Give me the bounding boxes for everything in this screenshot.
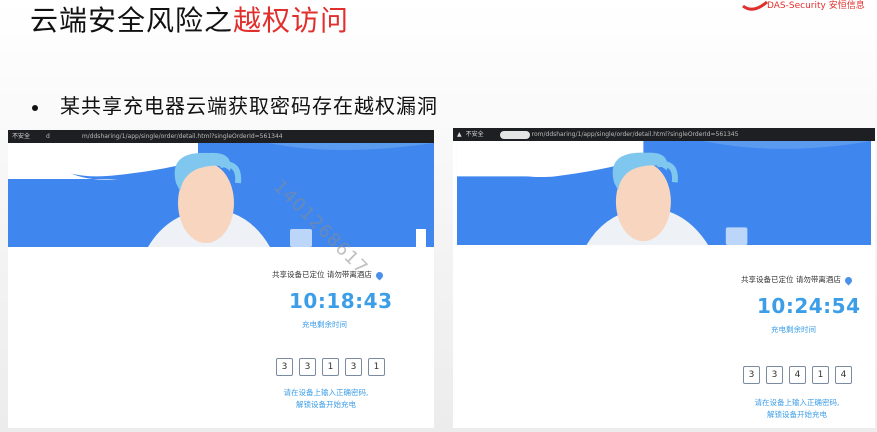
password-digit: 4 [789, 366, 806, 384]
browser-url-bar[interactable]: ▲ 不安全 rom/ddsharing/1/app/single/order/det… [453, 128, 875, 141]
screenshot-left: 不安全 d m/ddsharing/1/app/single/order/detai… [8, 130, 434, 428]
slide-title-highlight: 越权访问 [233, 4, 350, 37]
instruction-text: 请在设备上输入正确密码, 解锁设备开始充电 [270, 387, 382, 411]
password-digit: 1 [812, 366, 829, 384]
password-digits: 3 3 1 3 1 [276, 358, 385, 376]
location-pin-icon [843, 275, 854, 285]
password-digit: 1 [322, 358, 339, 376]
charge-timer: 10:18:43 [289, 289, 393, 313]
charge-timer: 10:24:54 [757, 294, 861, 318]
screenshot-right: ▲ 不安全 rom/ddsharing/1/app/single/order/det… [453, 128, 875, 428]
password-digit: 1 [368, 358, 385, 376]
warning-icon: ▲ [457, 131, 462, 138]
das-security-logo: DAS-Security 安恒信息 [741, 0, 871, 18]
not-secure-label: 不安全 [12, 133, 31, 140]
password-digit: 3 [299, 358, 316, 376]
instruction-line-1: 请在设备上输入正确密码, [754, 398, 840, 407]
instruction-line-1: 请在设备上输入正确密码, [283, 388, 369, 397]
instruction-text: 请在设备上输入正确密码, 解锁设备开始充电 [741, 397, 853, 421]
hero-banner-image [8, 143, 434, 247]
location-status: 共享设备已定位 请勿带离酒店 [272, 269, 385, 280]
slide-title: 云端安全风险之越权访问 [30, 2, 349, 40]
logo-text: DAS-Security 安恒信息 [767, 1, 865, 11]
timer-label: 充电剩余时间 [302, 320, 347, 329]
url-fragment: d [46, 133, 50, 140]
url-redacted [499, 130, 530, 139]
location-text: 共享设备已定位 请勿带离酒店 [741, 275, 841, 284]
bullet-point: 某共享充电器云端获取密码存在越权漏洞 [32, 90, 438, 119]
password-digit: 4 [835, 366, 852, 384]
not-secure-label: 不安全 [465, 131, 484, 138]
password-digit: 3 [345, 358, 362, 376]
password-digits: 3 3 4 1 4 [743, 366, 852, 384]
url-text: rom/ddsharing/1/app/single/order/detail.… [531, 131, 739, 138]
location-pin-icon [374, 270, 385, 280]
bullet-dot-icon [32, 104, 38, 111]
order-detail-panel: 共享设备已定位 请勿带离酒店 10:18:43 充电剩余时间 3 3 1 3 1… [8, 247, 434, 428]
slide-title-prefix: 云端安全风险之 [30, 4, 234, 37]
instruction-line-2: 解锁设备开始充电 [767, 410, 827, 419]
location-status: 共享设备已定位 请勿带离酒店 [741, 274, 854, 285]
order-detail-panel: 共享设备已定位 请勿带离酒店 10:24:54 充电剩余时间 3 3 4 1 4… [453, 247, 875, 428]
password-digit: 3 [276, 358, 293, 376]
hero-banner-image [456, 141, 872, 245]
timer-label: 充电剩余时间 [771, 325, 816, 334]
bullet-text: 某共享充电器云端获取密码存在越权漏洞 [60, 94, 438, 118]
password-digit: 3 [743, 366, 760, 384]
browser-url-bar[interactable]: 不安全 d m/ddsharing/1/app/single/order/detai… [8, 130, 434, 143]
url-text: m/ddsharing/1/app/single/order/detail.ht… [81, 133, 283, 140]
password-digit: 3 [766, 366, 783, 384]
instruction-line-2: 解锁设备开始充电 [296, 400, 356, 409]
